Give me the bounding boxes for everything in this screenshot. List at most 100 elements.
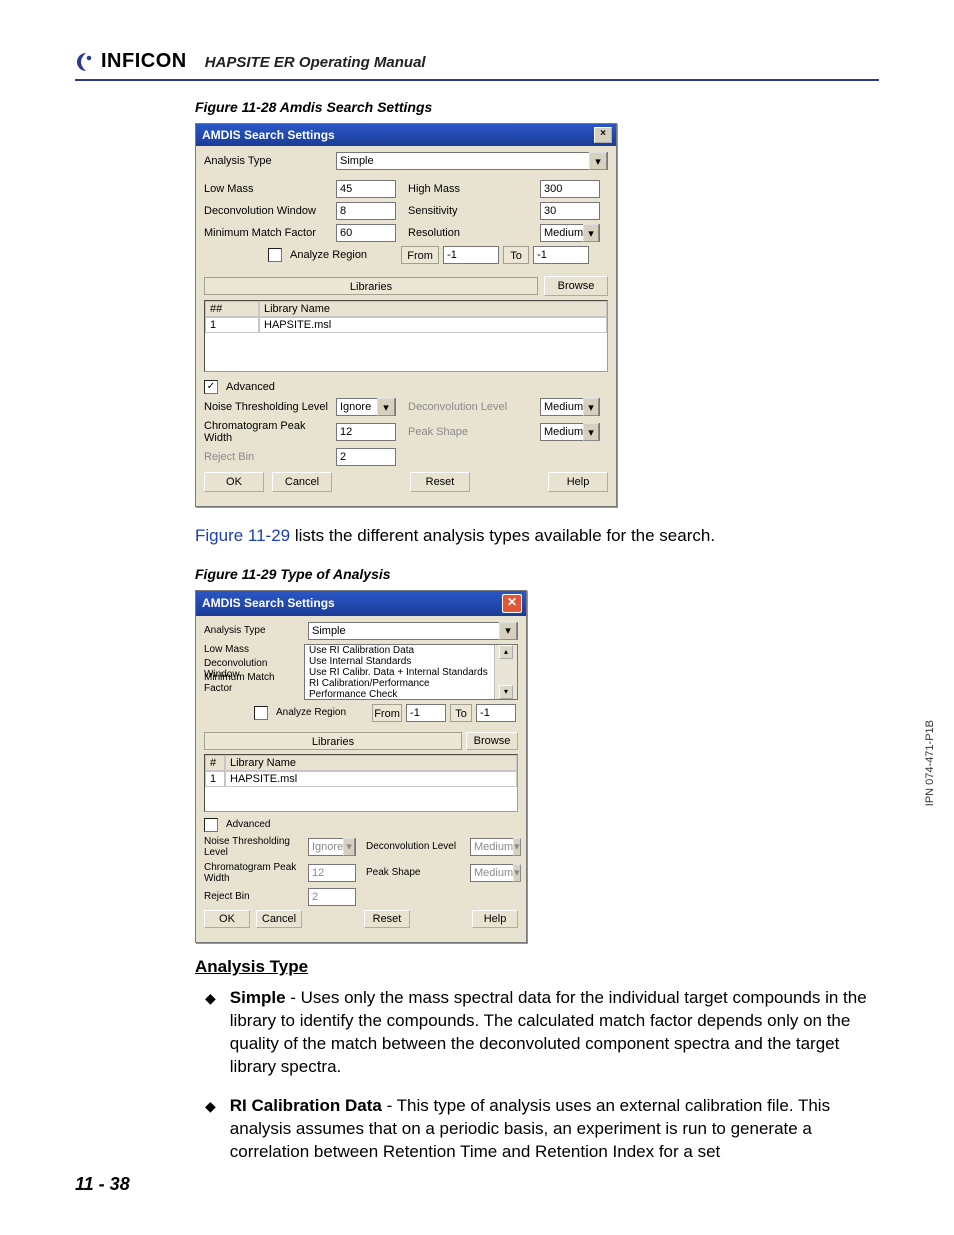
close-icon[interactable]: × bbox=[594, 127, 612, 143]
advanced-checkbox[interactable]: ✓ bbox=[204, 380, 218, 394]
ok-button[interactable]: OK bbox=[204, 472, 264, 492]
chevron-down-icon: ▾ bbox=[499, 622, 517, 640]
col-name: Library Name bbox=[225, 755, 517, 771]
deconv-window-label: Deconvolution Window bbox=[204, 205, 332, 217]
from-label: From bbox=[372, 704, 402, 722]
help-button[interactable]: Help bbox=[472, 910, 518, 928]
deconv-level-label: Deconvolution Level bbox=[400, 401, 536, 413]
col-index: ## bbox=[205, 301, 259, 317]
min-match-label: Minimum Match Factor bbox=[204, 672, 304, 686]
analysis-type-heading: Analysis Type bbox=[195, 957, 879, 977]
chevron-down-icon: ▾ bbox=[589, 152, 607, 170]
ok-button[interactable]: OK bbox=[204, 910, 250, 928]
min-match-label: Minimum Match Factor bbox=[204, 227, 332, 239]
chevron-down-icon: ▾ bbox=[583, 423, 599, 441]
libraries-table: ## Library Name 1 HAPSITE.msl bbox=[204, 300, 608, 372]
browse-button[interactable]: Browse bbox=[544, 276, 608, 296]
min-match-input[interactable] bbox=[336, 224, 396, 242]
analysis-type-label: Analysis Type bbox=[204, 155, 332, 167]
noise-threshold-label: Noise Thresholding Level bbox=[204, 401, 332, 413]
help-button[interactable]: Help bbox=[548, 472, 608, 492]
peak-shape-label: Peak Shape bbox=[400, 426, 536, 438]
analysis-type-label: Analysis Type bbox=[204, 625, 304, 636]
peak-shape-select[interactable]: Medium ▾ bbox=[540, 423, 600, 441]
reject-bin-input bbox=[308, 888, 356, 906]
bullet-icon: ◆ bbox=[205, 987, 216, 1079]
noise-threshold-label: Noise Thresholding Level bbox=[204, 836, 304, 858]
advanced-checkbox[interactable] bbox=[204, 818, 218, 832]
deconv-window-label: Deconvolution Window bbox=[204, 658, 304, 672]
list-item[interactable]: Use Internal Standards bbox=[305, 656, 503, 667]
analyze-region-label: Analyze Region bbox=[276, 707, 346, 718]
scroll-up-icon[interactable]: ▴ bbox=[499, 645, 513, 659]
dialog-title: AMDIS Search Settings bbox=[202, 128, 335, 142]
cancel-button[interactable]: Cancel bbox=[272, 472, 332, 492]
low-mass-input[interactable] bbox=[336, 180, 396, 198]
bullet-term: Simple bbox=[230, 988, 286, 1007]
chrom-peak-input bbox=[308, 864, 356, 882]
resolution-select[interactable]: Medium ▾ bbox=[540, 224, 600, 242]
analyze-region-checkbox[interactable] bbox=[268, 248, 282, 262]
from-input[interactable] bbox=[406, 704, 446, 722]
high-mass-input[interactable] bbox=[540, 180, 600, 198]
brand-text: INFICON bbox=[101, 50, 187, 73]
analyze-region-checkbox[interactable] bbox=[254, 706, 268, 720]
browse-button[interactable]: Browse bbox=[466, 732, 518, 750]
reset-button[interactable]: Reset bbox=[410, 472, 470, 492]
reset-button[interactable]: Reset bbox=[364, 910, 410, 928]
chrom-peak-label: Chromatogram Peak Width bbox=[204, 862, 304, 884]
sensitivity-label: Sensitivity bbox=[400, 205, 536, 217]
deconv-level-select[interactable]: Medium ▾ bbox=[540, 398, 600, 416]
amdis-dialog-2: AMDIS Search Settings ✕ Analysis Type Si… bbox=[195, 590, 527, 943]
table-row[interactable]: 1 HAPSITE.msl bbox=[205, 317, 607, 333]
noise-threshold-select: Ignore ▾ bbox=[308, 838, 356, 856]
to-label: To bbox=[503, 246, 529, 264]
table-row[interactable]: 1 HAPSITE.msl bbox=[205, 771, 517, 787]
col-name: Library Name bbox=[259, 301, 607, 317]
body-paragraph: Figure 11-29 lists the different analysi… bbox=[195, 525, 875, 548]
amdis-dialog-1: AMDIS Search Settings × Analysis Type Si… bbox=[195, 123, 617, 507]
analysis-type-select[interactable]: Simple ▾ bbox=[336, 152, 608, 170]
ipn-code: IPN 074-471-P1B bbox=[924, 720, 936, 806]
cancel-button[interactable]: Cancel bbox=[256, 910, 302, 928]
to-input[interactable] bbox=[533, 246, 589, 264]
noise-threshold-select[interactable]: Ignore ▾ bbox=[336, 398, 396, 416]
from-input[interactable] bbox=[443, 246, 499, 264]
advanced-label: Advanced bbox=[226, 819, 270, 830]
to-input[interactable] bbox=[476, 704, 516, 722]
col-index: # bbox=[205, 755, 225, 771]
figure-reference: Figure 11-29 bbox=[195, 526, 290, 545]
reject-bin-input[interactable] bbox=[336, 448, 396, 466]
chevron-down-icon: ▾ bbox=[583, 398, 599, 416]
list-item[interactable]: RI Calibration/Performance bbox=[305, 678, 503, 689]
chevron-down-icon: ▾ bbox=[513, 864, 521, 882]
list-item[interactable]: Use RI Calibration Data bbox=[305, 645, 503, 656]
inficon-logo: INFICON bbox=[75, 50, 187, 73]
analysis-type-select[interactable]: Simple ▾ bbox=[308, 622, 518, 640]
sensitivity-input[interactable] bbox=[540, 202, 600, 220]
reject-bin-label: Reject Bin bbox=[204, 891, 304, 902]
deconv-window-input[interactable] bbox=[336, 202, 396, 220]
page-number: 11 - 38 bbox=[75, 1174, 130, 1195]
analysis-type-dropdown[interactable]: Use RI Calibration Data Use Internal Sta… bbox=[304, 644, 518, 700]
deconv-level-select: Medium ▾ bbox=[470, 838, 518, 856]
logo-icon bbox=[75, 51, 97, 73]
page-header: INFICON HAPSITE ER Operating Manual bbox=[75, 50, 879, 81]
bullet-icon: ◆ bbox=[205, 1095, 216, 1164]
reject-bin-label: Reject Bin bbox=[204, 451, 332, 463]
bullet-term: RI Calibration Data bbox=[230, 1096, 382, 1115]
scroll-down-icon[interactable]: ▾ bbox=[499, 685, 513, 699]
high-mass-label: High Mass bbox=[400, 183, 536, 195]
close-icon[interactable]: ✕ bbox=[502, 594, 522, 613]
list-item[interactable]: Performance Check bbox=[305, 689, 503, 700]
deconv-level-label: Deconvolution Level bbox=[360, 841, 466, 852]
chevron-down-icon: ▾ bbox=[583, 224, 599, 242]
list-item: ◆ RI Calibration Data - This type of ana… bbox=[205, 1095, 875, 1164]
peak-shape-label: Peak Shape bbox=[360, 867, 466, 878]
from-label: From bbox=[401, 246, 439, 264]
resolution-label: Resolution bbox=[400, 227, 536, 239]
libraries-label: Libraries bbox=[204, 732, 462, 750]
list-item[interactable]: Use RI Calibr. Data + Internal Standards bbox=[305, 667, 503, 678]
chrom-peak-input[interactable] bbox=[336, 423, 396, 441]
scrollbar[interactable]: ▴ ▾ bbox=[494, 645, 517, 699]
